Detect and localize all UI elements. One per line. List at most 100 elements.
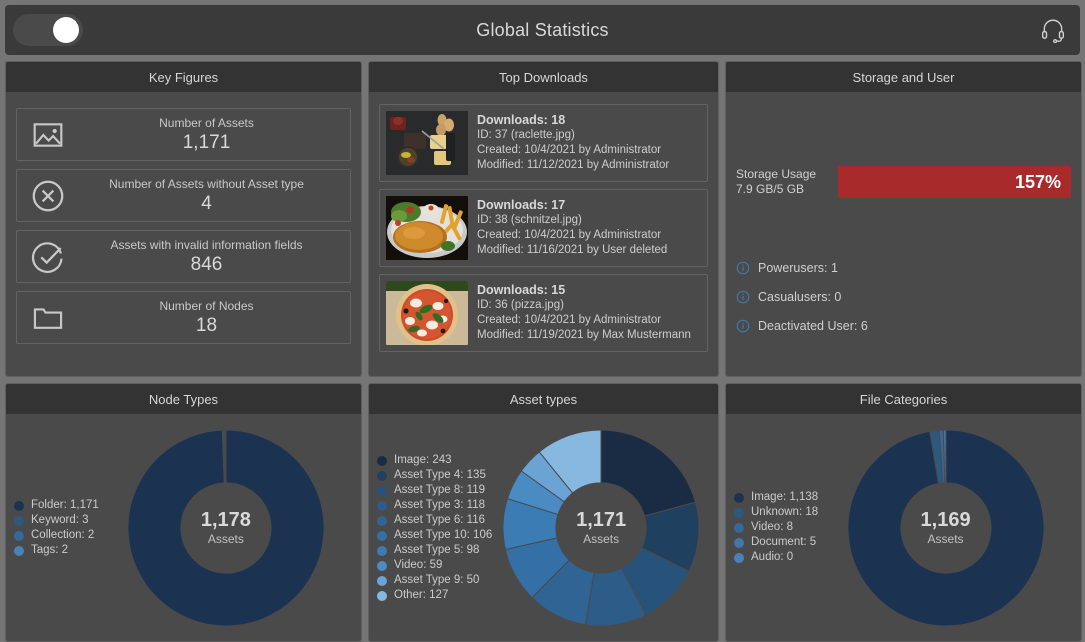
legend-item[interactable]: Asset Type 9: 50 — [377, 573, 492, 588]
download-modified: Modified: 11/19/2021 by Max Mustermann — [477, 329, 691, 341]
info-icon[interactable] — [736, 290, 750, 304]
key-figure-label: Assets with invalid information fields — [110, 237, 303, 252]
panel-title-file-categories: File Categories — [726, 384, 1081, 414]
panel-title-key-figures: Key Figures — [6, 62, 361, 92]
user-count-powerusers: Powerusers: 1 — [736, 261, 1071, 275]
headset-icon[interactable] — [1038, 15, 1068, 45]
donut-slice[interactable] — [600, 429, 697, 517]
top-downloads-list: Downloads: 18 ID: 37 (raclette.jpg) Crea… — [379, 102, 708, 352]
pizza-thumbnail[interactable] — [386, 281, 468, 345]
download-count: Downloads: 15 — [477, 283, 566, 297]
info-icon[interactable] — [736, 261, 750, 275]
legend-label: Asset Type 9: 50 — [394, 573, 480, 586]
legend-item[interactable]: Asset Type 6: 116 — [377, 513, 492, 528]
storage-usage-title: Storage Usage — [736, 167, 817, 181]
donut-slice[interactable] — [224, 429, 227, 483]
key-figure-text: Number of Assets without Asset type 4 — [71, 177, 342, 215]
download-id: ID: 36 (pizza.jpg) — [477, 299, 564, 311]
key-figure-number-of-assets[interactable]: Number of Assets 1,171 — [16, 108, 351, 161]
download-id: ID: 37 (raclette.jpg) — [477, 129, 575, 141]
file-categories-chart: Image: 1,138 Unknown: 18 Video: 8 Document:… — [726, 414, 1081, 641]
legend-item[interactable]: Asset Type 10: 106 — [377, 528, 492, 543]
legend-item[interactable]: Folder: 1,171 — [14, 498, 99, 513]
legend-item[interactable]: Image: 243 — [377, 453, 492, 468]
legend-color-dot — [14, 545, 24, 556]
panel-title-asset-types: Asset types — [369, 384, 718, 414]
download-created: Created: 10/4/2021 by Administrator — [477, 229, 662, 241]
legend-label: Other: 127 — [394, 588, 449, 601]
legend-color-dot — [14, 515, 24, 526]
asset-types-donut[interactable]: 1,171 Assets — [503, 429, 700, 626]
legend-item[interactable]: Asset Type 5: 98 — [377, 543, 492, 558]
legend-item[interactable]: Audio: 0 — [734, 550, 818, 565]
info-icon[interactable] — [736, 319, 750, 333]
legend-item[interactable]: Asset Type 8: 119 — [377, 483, 492, 498]
download-created: Created: 10/4/2021 by Administrator — [477, 314, 662, 326]
panel-file-categories: File Categories Image: 1,138 Unknown: 18 V… — [725, 383, 1082, 642]
storage-usage-progress-bar: 157% — [838, 166, 1071, 198]
user-count-label: Casualusers: 0 — [758, 290, 842, 304]
download-details: Downloads: 17 ID: 38 (schnitzel.jpg) Cre… — [477, 196, 701, 258]
panel-node-types: Node Types Folder: 1,171 Keyword: 3 Collec… — [5, 383, 362, 642]
legend-label: Tags: 2 — [31, 543, 69, 556]
download-item[interactable]: Downloads: 18 ID: 37 (raclette.jpg) Crea… — [379, 104, 708, 182]
legend-item[interactable]: Document: 5 — [734, 535, 818, 550]
legend-item[interactable]: Tags: 2 — [14, 543, 99, 558]
storage-and-user-body: Storage Usage 7.9 GB/5 GB 157% Poweruser… — [726, 92, 1081, 376]
raclette-thumbnail[interactable] — [386, 111, 468, 175]
check-circle-icon — [25, 237, 71, 277]
key-figures-list: Number of Assets 1,171 Number of Assets … — [16, 102, 351, 344]
file-categories-donut[interactable]: 1,169 Assets — [847, 429, 1044, 626]
file-categories-donut-wrap: 1,169 Assets — [818, 429, 1073, 626]
download-modified: Modified: 11/16/2021 by User deleted — [477, 244, 668, 256]
legend-item[interactable]: Collection: 2 — [14, 528, 99, 543]
legend-color-dot — [377, 485, 387, 496]
key-figures-body: Number of Assets 1,171 Number of Assets … — [6, 92, 361, 376]
storage-usage-amount: 7.9 GB/5 GB — [736, 182, 805, 196]
panel-title-top-downloads: Top Downloads — [369, 62, 718, 92]
asset-types-donut-wrap: 1,171 Assets — [492, 429, 710, 626]
download-created: Created: 10/4/2021 by Administrator — [477, 144, 662, 156]
user-count-casualusers: Casualusers: 0 — [736, 290, 1071, 304]
legend-item[interactable]: Keyword: 3 — [14, 513, 99, 528]
legend-item[interactable]: Video: 8 — [734, 520, 818, 535]
user-counts-list: Powerusers: 1 Casualusers: 0 Deactivated… — [736, 261, 1071, 333]
image-icon — [25, 115, 71, 155]
key-figure-text: Number of Nodes 18 — [71, 299, 342, 337]
storage-usage-row: Storage Usage 7.9 GB/5 GB 157% — [736, 166, 1071, 198]
legend-item[interactable]: Unknown: 18 — [734, 505, 818, 520]
legend-label: Video: 8 — [751, 521, 793, 533]
page-title: Global Statistics — [476, 19, 609, 40]
download-count: Downloads: 17 — [477, 198, 566, 212]
legend-item[interactable]: Other: 127 — [377, 588, 492, 603]
download-details: Downloads: 18 ID: 37 (raclette.jpg) Crea… — [477, 111, 701, 173]
legend-label: Asset Type 10: 106 — [394, 528, 493, 541]
legend-label: Asset Type 5: 98 — [394, 543, 480, 556]
key-figure-value: 1,171 — [182, 131, 231, 153]
legend-color-dot — [377, 560, 387, 571]
menu-toggle-switch[interactable] — [13, 14, 83, 46]
key-figure-assets-without-type[interactable]: Number of Assets without Asset type 4 — [16, 169, 351, 222]
legend-item[interactable]: Image: 1,138 — [734, 490, 818, 505]
legend-color-dot — [734, 538, 744, 548]
key-figure-value: 4 — [201, 192, 212, 214]
legend-item[interactable]: Asset Type 3: 118 — [377, 498, 492, 513]
legend-label: Folder: 1,171 — [31, 498, 99, 511]
panel-top-downloads: Top Downloads Downloads: 18 ID: 37 (racl… — [368, 61, 719, 377]
download-item[interactable]: Downloads: 15 ID: 36 (pizza.jpg) Created… — [379, 274, 708, 352]
legend-item[interactable]: Video: 59 — [377, 558, 492, 573]
download-item[interactable]: Downloads: 17 ID: 38 (schnitzel.jpg) Cre… — [379, 189, 708, 267]
user-count-deactivated: Deactivated User: 6 — [736, 319, 1071, 333]
file-categories-legend: Image: 1,138 Unknown: 18 Video: 8 Document:… — [734, 490, 818, 565]
legend-item[interactable]: Asset Type 4: 135 — [377, 468, 492, 483]
key-figure-invalid-information-fields[interactable]: Assets with invalid information fields 8… — [16, 230, 351, 283]
key-figure-label: Number of Assets — [159, 115, 254, 130]
key-figure-number-of-nodes[interactable]: Number of Nodes 18 — [16, 291, 351, 344]
node-types-donut[interactable]: 1,178 Assets — [127, 429, 324, 626]
legend-label: Asset Type 8: 119 — [394, 483, 485, 496]
app-header: Global Statistics — [5, 5, 1080, 55]
panel-title-storage-and-user: Storage and User — [726, 62, 1081, 92]
toggle-knob — [53, 17, 79, 43]
schnitzel-thumbnail[interactable] — [386, 196, 468, 260]
storage-usage-label: Storage Usage 7.9 GB/5 GB — [736, 167, 828, 197]
